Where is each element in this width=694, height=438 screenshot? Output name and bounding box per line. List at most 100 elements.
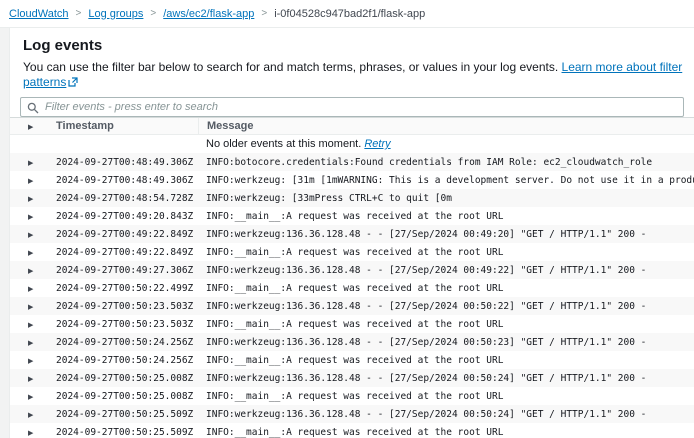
event-timestamp: 2024-09-27T00:50:23.503Z: [48, 319, 198, 330]
panel-description: You can use the filter bar below to sear…: [23, 60, 694, 91]
log-event-row[interactable]: ▶2024-09-27T00:48:49.306ZINFO:werkzeug: …: [10, 171, 694, 189]
expand-row-button[interactable]: ▶: [10, 174, 48, 186]
expand-row-button[interactable]: ▶: [10, 192, 48, 204]
expand-row-button[interactable]: ▶: [10, 426, 48, 438]
expand-row-button[interactable]: ▶: [10, 246, 48, 258]
no-older-events-row: No older events at this moment. Retry: [10, 135, 694, 153]
log-event-row[interactable]: ▶2024-09-27T00:48:49.306ZINFO:botocore.c…: [10, 153, 694, 171]
log-event-row[interactable]: ▶ 2024-09-27T00:49:27.306ZINFO:werkzeug:1…: [10, 261, 694, 279]
event-timestamp: 2024-09-27T00:50:25.509Z: [48, 409, 198, 420]
log-event-row[interactable]: ▶ 2024-09-27T00:50:24.256ZINFO:werkzeug:1…: [10, 333, 694, 351]
event-message: INFO:werkzeug:136.36.128.48 - - [27/Sep/…: [198, 337, 694, 348]
expand-column-header: ▶: [10, 118, 48, 135]
page-title: Log events: [23, 37, 694, 55]
log-event-row[interactable]: ▶ 2024-09-27T00:50:25.008ZINFO:werkzeug:1…: [10, 369, 694, 387]
timestamp-column-header[interactable]: Timestamp: [48, 118, 198, 135]
breadcrumb-link[interactable]: Log groups: [88, 8, 143, 20]
caret-right-icon: ▶: [28, 214, 33, 221]
event-message: INFO:__main__:A request was received at …: [198, 283, 694, 294]
expand-row-button[interactable]: ▶: [10, 156, 48, 168]
expand-row-button[interactable]: ▶: [10, 354, 48, 366]
no-older-events-text: No older events at this moment.: [206, 138, 361, 150]
expand-row-button[interactable]: ▶: [10, 228, 48, 240]
event-timestamp: 2024-09-27T00:48:54.728Z: [48, 193, 198, 204]
event-message: INFO:__main__:A request was received at …: [198, 247, 694, 258]
event-message: INFO:werkzeug:136.36.128.48 - - [27/Sep/…: [198, 265, 694, 276]
caret-right-icon: ▶: [28, 268, 33, 275]
event-timestamp: 2024-09-27T00:50:23.503Z: [48, 301, 198, 312]
log-events-table: ▶ Timestamp Message No older events at t…: [10, 117, 694, 438]
log-event-row[interactable]: ▶ 2024-09-27T00:50:25.509ZINFO:werkzeug:1…: [10, 405, 694, 423]
caret-right-icon: ▶: [28, 340, 33, 347]
event-timestamp: 2024-09-27T00:49:22.849Z: [48, 229, 198, 240]
page-body: Log events You can use the filter bar be…: [0, 28, 694, 438]
event-timestamp: 2024-09-27T00:48:49.306Z: [48, 157, 198, 168]
caret-right-icon: ▶: [28, 394, 33, 401]
expand-row-button[interactable]: ▶: [10, 336, 48, 348]
event-timestamp: 2024-09-27T00:48:49.306Z: [48, 175, 198, 186]
caret-right-icon: ▶: [28, 376, 33, 383]
caret-right-icon: ▶: [28, 322, 33, 329]
retry-link[interactable]: Retry: [364, 138, 390, 150]
filter-events-input[interactable]: [20, 97, 684, 117]
caret-right-icon: ▶: [28, 196, 33, 203]
event-message: INFO:werkzeug: [33mPress CTRL+C to quit …: [198, 193, 694, 204]
breadcrumb: CloudWatch > Log groups > /aws/ec2/flask-app…: [9, 8, 425, 20]
caret-right-icon: ▶: [28, 412, 33, 419]
log-event-row[interactable]: ▶2024-09-27T00:50:25.509ZINFO:__main__:A…: [10, 423, 694, 438]
event-message: INFO:__main__:A request was received at …: [198, 355, 694, 366]
event-timestamp: 2024-09-27T00:49:27.306Z: [48, 265, 198, 276]
message-column-header[interactable]: Message: [198, 118, 694, 135]
event-timestamp: 2024-09-27T00:49:20.843Z: [48, 211, 198, 222]
filter-bar: [20, 97, 684, 117]
expand-row-button[interactable]: ▶: [10, 282, 48, 294]
event-message: INFO:werkzeug:136.36.128.48 - - [27/Sep/…: [198, 373, 694, 384]
description-text: You can use the filter bar below to sear…: [23, 60, 558, 74]
expand-row-button[interactable]: ▶: [10, 264, 48, 276]
log-events-panel: Log events You can use the filter bar be…: [10, 28, 694, 438]
breadcrumb-link[interactable]: CloudWatch: [9, 8, 69, 20]
log-event-row[interactable]: ▶ 2024-09-27T00:50:24.256ZINFO:__main__:A…: [10, 351, 694, 369]
expand-row-button[interactable]: ▶: [10, 210, 48, 222]
event-timestamp: 2024-09-27T00:50:24.256Z: [48, 337, 198, 348]
expand-row-button[interactable]: ▶: [10, 318, 48, 330]
caret-right-icon: ▶: [28, 250, 33, 257]
log-event-row[interactable]: ▶ 2024-09-27T00:49:20.843ZINFO:__main__:A…: [10, 207, 694, 225]
breadcrumb-separator: >: [261, 8, 267, 19]
event-message: INFO:__main__:A request was received at …: [198, 391, 694, 402]
event-timestamp: 2024-09-27T00:49:22.849Z: [48, 247, 198, 258]
event-timestamp: 2024-09-27T00:50:22.499Z: [48, 283, 198, 294]
caret-right-icon: ▶: [28, 304, 33, 311]
expand-row-button[interactable]: ▶: [10, 300, 48, 312]
event-timestamp: 2024-09-27T00:50:25.509Z: [48, 427, 198, 438]
event-message: INFO:__main__:A request was received at …: [198, 211, 694, 222]
expand-row-button[interactable]: ▶: [10, 372, 48, 384]
breadcrumb-bar: CloudWatch > Log groups > /aws/ec2/flask-app…: [0, 0, 694, 28]
caret-right-icon: ▶: [28, 178, 33, 185]
breadcrumb-link[interactable]: /aws/ec2/flask-app: [163, 8, 254, 20]
external-link-icon: [68, 76, 78, 91]
log-event-row[interactable]: ▶ 2024-09-27T00:50:25.008ZINFO:__main__:A…: [10, 387, 694, 405]
log-event-row[interactable]: ▶2024-09-27T00:50:23.503ZINFO:werkzeug:1…: [10, 297, 694, 315]
log-event-row[interactable]: ▶ 2024-09-27T00:49:22.849ZINFO:__main__:A…: [10, 243, 694, 261]
log-event-row[interactable]: ▶ 2024-09-27T00:50:23.503ZINFO:__main__:A…: [10, 315, 694, 333]
caret-right-icon: ▶: [28, 232, 33, 239]
caret-right-icon: ▶: [28, 358, 33, 365]
log-event-row[interactable]: ▶ 2024-09-27T00:49:22.849ZINFO:werkzeug:1…: [10, 225, 694, 243]
left-gutter: [0, 28, 10, 438]
event-message: INFO:__main__:A request was received at …: [198, 319, 694, 330]
caret-right-icon: ▶: [28, 124, 33, 131]
log-event-rows: ▶2024-09-27T00:48:49.306ZINFO:botocore.c…: [10, 153, 694, 438]
caret-right-icon: ▶: [28, 430, 33, 437]
caret-right-icon: ▶: [28, 286, 33, 293]
breadcrumb-separator: >: [76, 8, 82, 19]
log-event-row[interactable]: ▶ 2024-09-27T00:48:54.728ZINFO:werkzeug: …: [10, 189, 694, 207]
event-timestamp: 2024-09-27T00:50:25.008Z: [48, 391, 198, 402]
event-timestamp: 2024-09-27T00:50:24.256Z: [48, 355, 198, 366]
expand-row-button[interactable]: ▶: [10, 390, 48, 402]
event-message: INFO:werkzeug:136.36.128.48 - - [27/Sep/…: [198, 229, 694, 240]
log-event-row[interactable]: ▶ 2024-09-27T00:50:22.499ZINFO:__main__:A…: [10, 279, 694, 297]
event-message: INFO:werkzeug:136.36.128.48 - - [27/Sep/…: [198, 409, 694, 420]
event-timestamp: 2024-09-27T00:50:25.008Z: [48, 373, 198, 384]
expand-row-button[interactable]: ▶: [10, 408, 48, 420]
